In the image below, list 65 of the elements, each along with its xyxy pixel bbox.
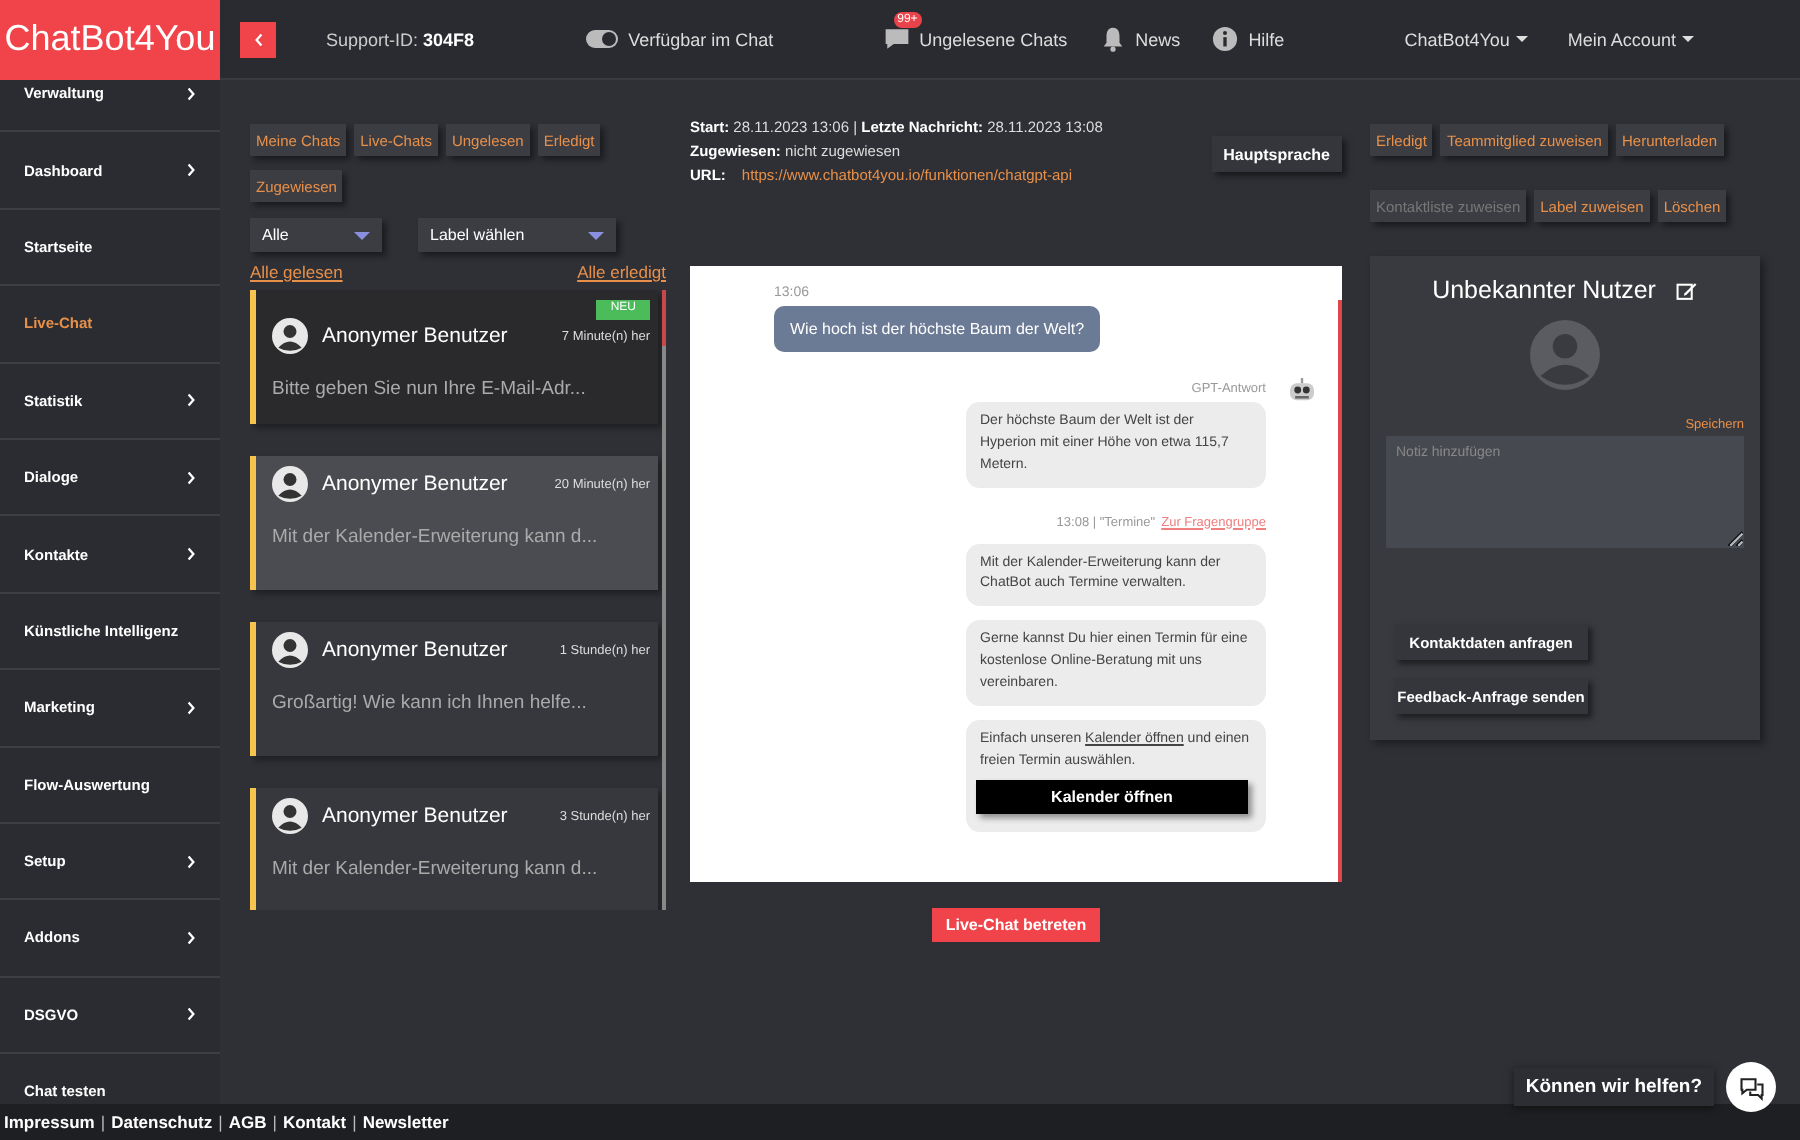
collapse-button[interactable] — [240, 21, 276, 57]
chevron-right-icon — [186, 546, 196, 563]
chevron-right-icon — [186, 853, 196, 870]
calendar-button[interactable]: Kalender öffnen — [976, 780, 1248, 815]
contact-name: Anonymer Benutzer — [322, 324, 510, 348]
chat-bubble-icon[interactable] — [883, 26, 910, 52]
mark-all-read-link[interactable]: Alle gelesen — [250, 262, 343, 282]
user-message: Wie hoch ist der höchste Baum der Welt? — [774, 306, 1101, 352]
caret-icon — [1681, 36, 1694, 42]
account-menu[interactable]: ChatBot4You — [1404, 29, 1528, 49]
caret-icon — [354, 231, 370, 239]
footer-link[interactable]: Newsletter — [362, 1112, 449, 1132]
availability-toggle[interactable] — [586, 30, 619, 48]
avatar-icon — [272, 318, 308, 354]
language-button[interactable]: Hauptsprache — [1211, 136, 1342, 172]
chevron-right-icon — [186, 469, 196, 486]
news-link[interactable]: News — [1135, 29, 1181, 49]
join-live-chat-button[interactable]: Live-Chat betreten — [931, 908, 1101, 942]
info-icon[interactable] — [1212, 26, 1239, 52]
separator-text: | — [218, 1112, 223, 1132]
chevron-right-icon — [186, 929, 196, 946]
chevron-right-icon — [186, 392, 196, 409]
bell-icon[interactable] — [1099, 26, 1126, 52]
message-preview: Großartig! Wie kann ich Ihnen helfe... — [272, 692, 589, 714]
contact-name: Anonymer Benutzer — [322, 638, 510, 662]
chevron-right-icon — [186, 699, 196, 716]
availability-label: Verfügbar im Chat — [628, 29, 774, 49]
chevron-right-icon — [186, 85, 196, 102]
separator-text: | — [272, 1112, 277, 1132]
help-link[interactable]: Hilfe — [1248, 29, 1285, 49]
chat-widget-button[interactable] — [1726, 1062, 1776, 1112]
unread-chats-link[interactable]: Ungelesene Chats — [919, 29, 1068, 49]
avatar-icon — [272, 798, 308, 834]
message-preview: Mit der Kalender-Erweiterung kann d... — [272, 526, 600, 548]
logo[interactable]: ChatBot4You — [0, 0, 220, 79]
footer-link[interactable]: Datenschutz — [111, 1112, 213, 1132]
footer-link[interactable]: Kontakt — [282, 1112, 347, 1132]
dropdown[interactable]: Alle — [250, 218, 382, 252]
edit-icon[interactable] — [1675, 279, 1698, 301]
robot-icon — [1288, 378, 1316, 402]
footer-link[interactable]: Impressum — [4, 1112, 95, 1132]
chat-bubbles-icon — [1737, 1073, 1765, 1101]
footer-link[interactable]: AGB — [228, 1112, 267, 1132]
message-preview: Bitte geben Sie nun Ihre E-Mail-Adr... — [272, 378, 588, 400]
avatar-icon — [1530, 320, 1600, 390]
message-preview: Mit der Kalender-Erweiterung kann d... — [272, 858, 600, 880]
scrollbar-thumb[interactable] — [662, 290, 666, 346]
chevron-right-icon — [186, 162, 196, 179]
caret-icon — [1515, 36, 1528, 42]
scrollbar[interactable] — [662, 290, 666, 910]
support-id: Support-ID: 304F8 — [326, 29, 475, 49]
separator-text: | — [100, 1112, 106, 1132]
mark-all-done-link[interactable]: Alle erledigt — [577, 262, 666, 282]
contact-title: Unbekannter Nutzer — [1432, 276, 1656, 304]
avatar-icon — [272, 632, 308, 668]
chevron-left-icon — [253, 31, 263, 47]
contact-name: Anonymer Benutzer — [322, 472, 510, 496]
caret-icon — [588, 231, 604, 239]
contact-name: Anonymer Benutzer — [322, 804, 510, 828]
separator-text: | — [352, 1112, 357, 1132]
chevron-right-icon — [186, 1006, 196, 1023]
avatar-icon — [272, 466, 308, 502]
help-prompt: Können wir helfen? — [1513, 1068, 1714, 1106]
dropdown[interactable]: Label wählen — [418, 218, 616, 252]
account-menu[interactable]: Mein Account — [1567, 29, 1694, 49]
